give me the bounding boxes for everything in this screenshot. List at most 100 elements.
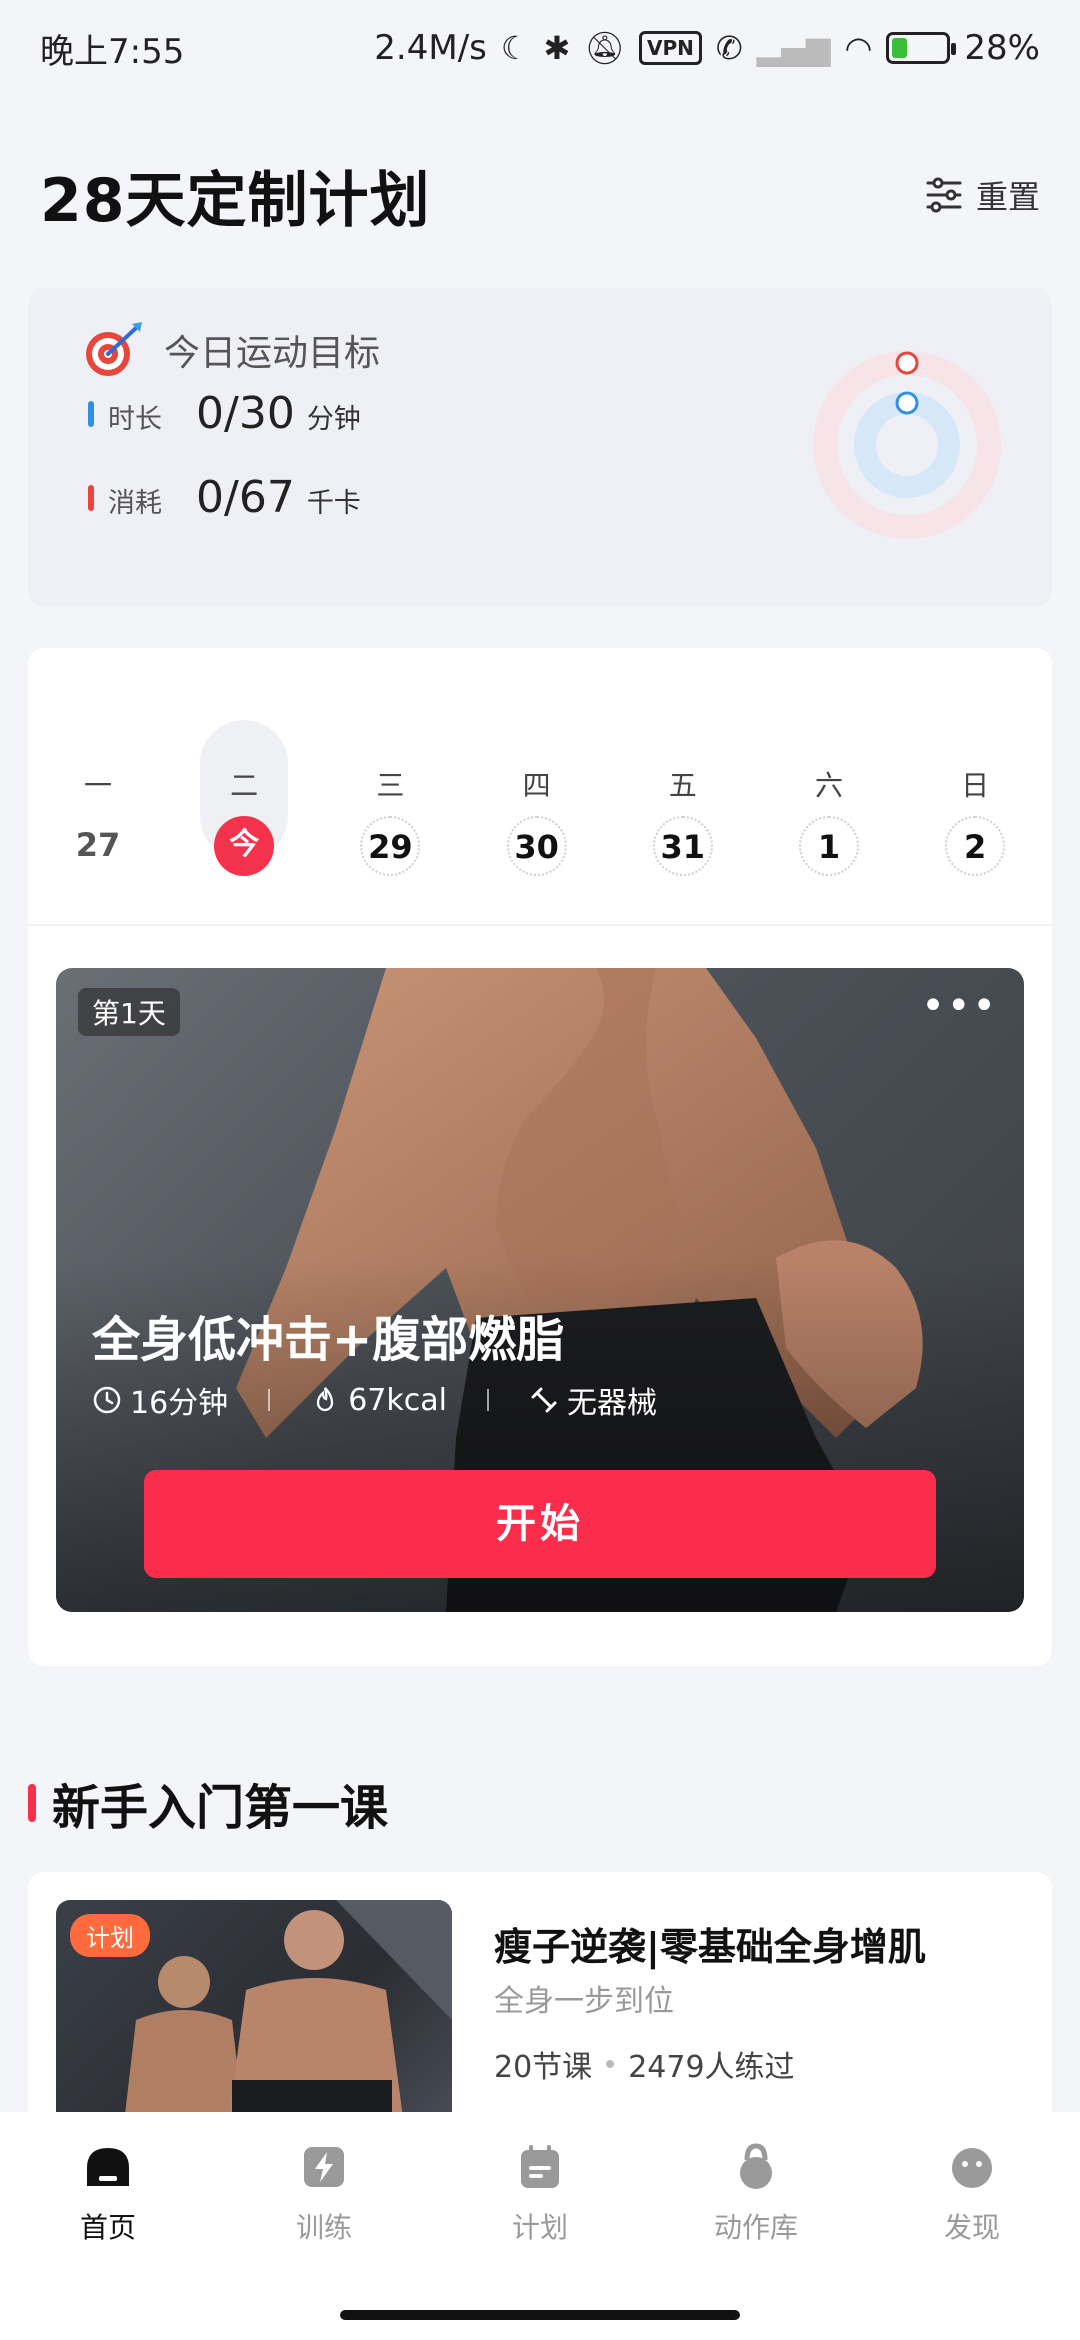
tab-discover-label: 发现 (943, 2211, 1000, 2244)
course-title: 瘦子逆袭|零基础全身增肌 (494, 1925, 926, 1969)
weekday-label: 三 (376, 769, 405, 802)
weekday-label: 日 (961, 769, 990, 802)
course-subtitle: 全身一步到位 (494, 1984, 674, 2019)
status-icons: 2.4M/s ☾ ✱ 🔕︎ VPN ✆ ▂▄▆ ◠ 28% (374, 28, 1040, 68)
bluetooth-icon: ✱ (543, 29, 571, 67)
meta-separator (486, 1389, 489, 1411)
date-label: 1 (799, 816, 859, 876)
reset-button[interactable]: 重置 (924, 172, 1040, 218)
weekday-label: 二 (230, 769, 259, 802)
tab-home[interactable]: 首页 (38, 2142, 178, 2246)
workout-card[interactable]: 第1天 ••• 全身低冲击+腹部燃脂 16分钟 67kcal 无器械 开始 (56, 968, 1024, 1612)
day-tag: 第1天 (78, 988, 180, 1036)
calories-value: 0/67 (196, 472, 295, 523)
calendar-icon (521, 2145, 559, 2188)
flame-icon (317, 1387, 334, 1412)
reset-label: 重置 (975, 178, 1040, 216)
course-lessons: 20节课 (494, 2050, 593, 2085)
calories-unit: 千卡 (306, 488, 361, 519)
discover-icon (952, 2148, 992, 2188)
daily-goal-card[interactable]: 今日运动目标 时长 0/30 分钟 消耗 0/67 千卡 (28, 288, 1052, 606)
date-label: 27 (75, 826, 121, 864)
bottom-tab-bar: 首页 训练 计划 动作库 发现 (0, 2112, 1080, 2340)
duration-unit: 分钟 (306, 404, 361, 435)
home-icon (87, 2148, 129, 2186)
battery-fill (892, 38, 908, 58)
date-label: 29 (360, 816, 421, 876)
calendar-day[interactable]: 三 29 (340, 720, 440, 876)
wifi-icon: ◠ (844, 29, 873, 67)
calendar-day[interactable]: 一 27 (48, 720, 148, 864)
tab-training[interactable]: 训练 (254, 2142, 394, 2246)
date-label: 31 (652, 816, 713, 876)
course-thumbnail: 计划 (56, 1900, 452, 2140)
date-label: 今 (214, 816, 275, 876)
calendar-day[interactable]: 五 31 (633, 720, 733, 876)
duration-ring-marker (895, 391, 919, 415)
weekday-label: 五 (668, 769, 697, 802)
calories-row: 消耗 0/67 千卡 (88, 472, 361, 523)
calendar-day[interactable]: 二今 (194, 720, 294, 876)
section-title: 新手入门第一课 (52, 1780, 389, 1836)
equipment-meta: 无器械 (529, 1378, 657, 1422)
clock-icon (93, 1386, 121, 1414)
goal-title: 今日运动目标 (164, 333, 381, 374)
duration-ring-track (854, 392, 960, 498)
sliders-icon (926, 177, 962, 213)
calories-ring-track (813, 351, 1001, 539)
course-stats: 20节课 2479人练过 (494, 2042, 795, 2086)
tab-plan-label: 计划 (511, 2211, 568, 2244)
weekday-label: 一 (83, 769, 112, 802)
section-accent-bar (28, 1784, 36, 1822)
calories-meta: 67kcal (310, 1383, 447, 1418)
duration-row: 时长 0/30 分钟 (88, 388, 361, 439)
mute-bell-icon: 🔕︎ (584, 29, 625, 67)
duration-indicator (88, 400, 94, 427)
status-bar: 晚上7:55 2.4M/s ☾ ✱ 🔕︎ VPN ✆ ▂▄▆ ◠ 28% (0, 0, 1080, 96)
start-button[interactable]: 开始 (144, 1470, 936, 1578)
tab-exercises-label: 动作库 (713, 2211, 798, 2244)
battery-percent: 28% (964, 28, 1040, 68)
more-options-icon[interactable]: ••• (921, 986, 998, 1026)
calories-indicator (88, 484, 94, 511)
meta-separator (268, 1389, 271, 1411)
vpn-icon: VPN (638, 31, 702, 65)
home-indicator[interactable] (340, 2310, 740, 2320)
kettlebell-icon (740, 2143, 772, 2189)
workout-calories: 67kcal (348, 1382, 447, 1418)
course-tag: 计划 (70, 1914, 150, 1957)
tab-discover[interactable]: 发现 (902, 2142, 1042, 2246)
course-participants: 2479人练过 (628, 2050, 795, 2085)
duration-meta: 16分钟 (92, 1378, 228, 1422)
goal-progress-ring (813, 351, 1001, 539)
calories-ring-marker (895, 351, 919, 375)
lightning-icon (304, 2147, 344, 2187)
workout-title: 全身低冲击+腹部燃脂 (92, 1312, 565, 1368)
section-header: 新手入门第一课 (28, 1768, 388, 1838)
battery-icon (886, 32, 957, 64)
weekday-label: 六 (814, 769, 843, 802)
week-strip: 一 27 二今三 29 四 30 五 31 六 1 日 2 (28, 720, 1052, 876)
dumbbell-icon (531, 1387, 557, 1413)
workout-equipment: 无器械 (566, 1386, 657, 1421)
divider (28, 924, 1052, 926)
duration-value: 0/30 (196, 388, 295, 439)
stats-dot (606, 2060, 615, 2068)
plan-card: 一 27 二今三 29 四 30 五 31 六 1 日 2 第1天 ••• 全身低冲击+腹部燃脂 (28, 648, 1052, 1666)
signal-icon: ▂▄▆ (756, 29, 831, 67)
page-title: 28天定制计划 (40, 165, 431, 236)
moon-icon: ☾ (500, 29, 530, 67)
date-label: 2 (945, 816, 1006, 876)
duration-label: 时长 (108, 404, 162, 435)
tab-plan[interactable]: 计划 (470, 2142, 610, 2246)
tab-exercises[interactable]: 动作库 (686, 2142, 826, 2246)
tab-home-label: 首页 (79, 2211, 136, 2244)
calendar-day[interactable]: 日2 (925, 720, 1025, 876)
weekday-label: 四 (522, 769, 551, 802)
calendar-day[interactable]: 六1 (779, 720, 879, 876)
calendar-day[interactable]: 四 30 (487, 720, 587, 876)
goal-header: 今日运动目标 (82, 320, 380, 380)
call-forward-icon: ✆ (715, 29, 743, 67)
network-speed: 2.4M/s (374, 28, 487, 68)
date-label: 30 (506, 816, 567, 876)
